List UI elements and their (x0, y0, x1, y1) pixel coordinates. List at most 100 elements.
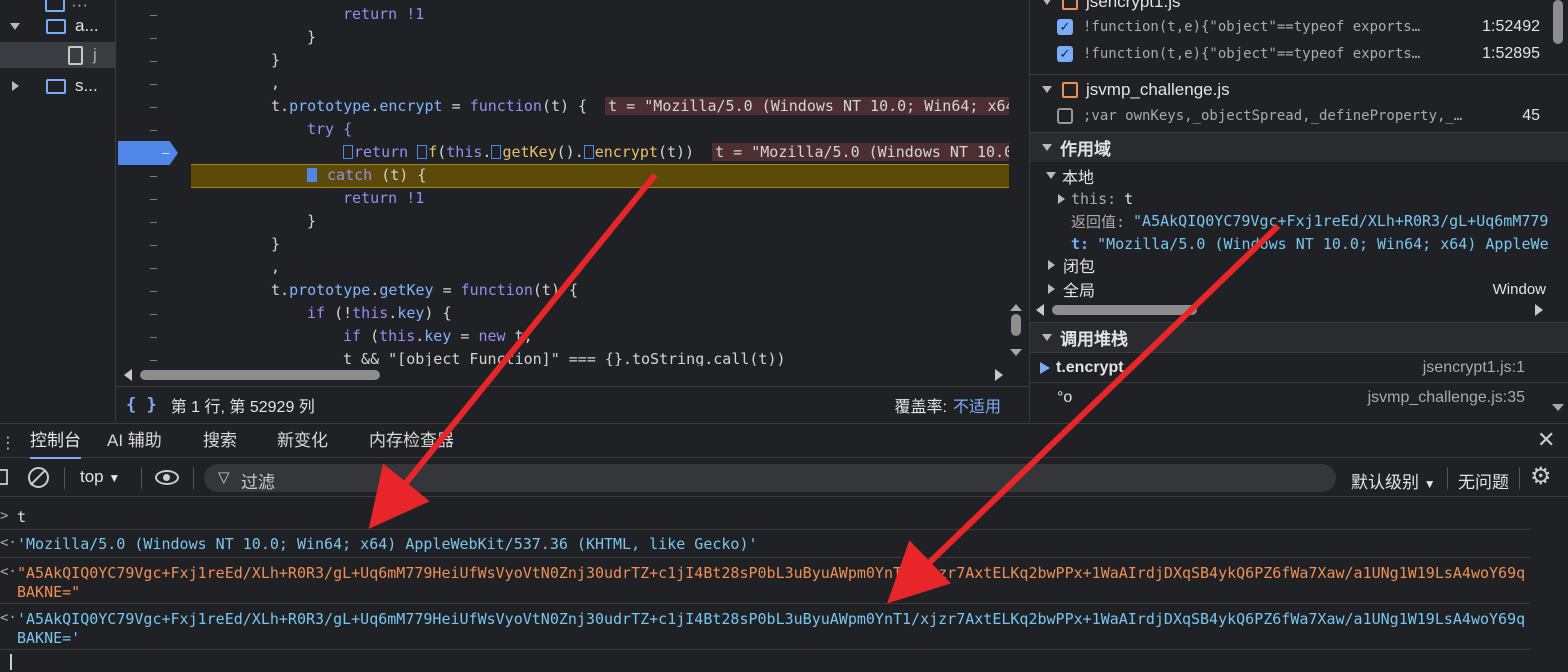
line-marker[interactable]: – (116, 233, 191, 256)
tree-item-file[interactable]: j (0, 42, 115, 68)
issues-button[interactable]: 无问题 (1458, 468, 1509, 493)
tab-changes[interactable]: 新变化 (277, 424, 328, 459)
sidebar-toggle-icon[interactable] (0, 469, 8, 485)
code-line: if (!this.key) { (307, 304, 452, 322)
line-marker[interactable]: – (116, 279, 191, 302)
scroll-right-icon[interactable] (995, 369, 1003, 381)
tree-item-folder-a[interactable]: a... (0, 13, 115, 39)
scroll-right-icon[interactable] (1535, 304, 1543, 316)
chevron-right-icon (1058, 194, 1065, 204)
horizontal-scroll-thumb[interactable] (140, 370, 380, 380)
call-frame-location[interactable]: jsencrypt1.js:1 (1423, 359, 1525, 377)
inline-value: t = "Mozilla/5.0 (Windows NT 10.0; Win64… (605, 97, 1009, 115)
line-marker[interactable]: – (116, 164, 191, 187)
line-marker[interactable]: – (116, 256, 191, 279)
drawer-menu-icon[interactable]: ⋮ (0, 433, 16, 453)
console-caret[interactable] (10, 654, 12, 670)
toolbar-divider (141, 467, 142, 489)
breakpoint-item[interactable]: ✓ !function(t,e){"object"==typeof export… (1030, 13, 1568, 40)
scroll-up-icon[interactable] (1010, 304, 1022, 311)
breakpoint-location: 1:52895 (1482, 44, 1540, 62)
console-entry-output[interactable]: <· 'Mozilla/5.0 (Windows NT 10.0; Win64;… (0, 530, 1530, 558)
call-frame[interactable]: °o jsvmp_challenge.js:35 (1030, 382, 1568, 412)
call-stack-section-header[interactable]: 调用堆栈 (1030, 322, 1568, 352)
code-line: } (307, 28, 317, 46)
call-frame-location[interactable]: jsvmp_challenge.js:35 (1368, 389, 1525, 407)
drawer-tabbar: ⋮ 控制台 AI 辅助 搜索 新变化 内存检查器 ✕ (0, 423, 1568, 459)
scope-var-return[interactable]: 返回值: "A5AkQIQ0YC79Vgc+Fxj1reEd/XLh+R0R3/… (1030, 209, 1568, 233)
tab-search[interactable]: 搜索 (203, 424, 237, 459)
scope-closure[interactable]: 闭包 (1030, 253, 1568, 277)
scope-var-value: t (1124, 190, 1134, 208)
code-editor[interactable]: return !1 } } , t.prototype.encrypt = fu… (191, 0, 1009, 366)
gear-icon[interactable]: ⚙ (1530, 462, 1552, 491)
log-level-selector[interactable]: 默认级别 ▼ (1351, 468, 1436, 493)
scroll-left-icon[interactable] (124, 369, 132, 381)
line-gutter[interactable]: – – – – – – – – – – – – – – – (116, 0, 191, 367)
line-marker[interactable]: – (116, 95, 191, 118)
breakpoint-marker[interactable]: – (118, 141, 178, 165)
scroll-down-icon[interactable] (1552, 404, 1564, 411)
code-line: t.prototype.encrypt = function(t) { t = … (271, 95, 1009, 118)
log-level-label: 默认级别 (1351, 473, 1419, 492)
code-line: return !1 (343, 189, 425, 207)
filter-input[interactable]: ▽ 过滤 (204, 464, 1336, 492)
tab-memory-inspector[interactable]: 内存检查器 (369, 424, 454, 459)
toolbar-divider (64, 467, 65, 489)
console-entry-output[interactable]: <· "A5AkQIQ0YC79Vgc+Fxj1reEd/XLh+R0R3/gL… (0, 558, 1530, 604)
console-prompt-icon: > (0, 508, 9, 524)
filter-funnel-icon: ▽ (218, 469, 230, 486)
scope-section-header[interactable]: 作用域 (1030, 132, 1568, 162)
tab-console[interactable]: 控制台 (30, 424, 81, 459)
line-marker[interactable]: – (116, 3, 191, 26)
scope-global-label: 全局 (1063, 283, 1096, 300)
console-output[interactable]: > t <· 'Mozilla/5.0 (Windows NT 10.0; Wi… (0, 498, 1568, 672)
context-selector[interactable]: top ▼ (80, 467, 120, 487)
scope-local-header[interactable]: 本地 (1030, 162, 1568, 189)
line-marker[interactable]: – (116, 49, 191, 72)
console-entry-output[interactable]: <· 'A5AkQIQ0YC79Vgc+Fxj1reEd/XLh+R0R3/gL… (0, 604, 1530, 650)
scope-global-value: Window (1492, 280, 1546, 298)
coverage-value[interactable]: 不适用 (953, 393, 1001, 417)
code-line: if (this.key = new t, (343, 327, 533, 345)
line-marker[interactable]: – (116, 325, 191, 348)
line-marker[interactable]: – (116, 302, 191, 325)
console-output-text: 'Mozilla/5.0 (Windows NT 10.0; Win64; x6… (17, 535, 758, 553)
console-entry-input: > t (0, 504, 1530, 530)
breakpoint-item[interactable]: ;var ownKeys,_objectSpread,_defineProper… (1030, 102, 1568, 129)
line-marker[interactable]: – (116, 118, 191, 141)
line-marker[interactable]: – (116, 72, 191, 95)
context-label: top (80, 467, 104, 486)
scroll-left-icon[interactable] (1036, 304, 1044, 316)
scope-horizontal-scroll-thumb[interactable] (1052, 305, 1197, 315)
scope-global[interactable]: 全局 Window (1030, 277, 1568, 301)
tree-item-folder-s[interactable]: s... (0, 73, 115, 99)
close-drawer-icon[interactable]: ✕ (1537, 427, 1555, 453)
pretty-print-icon[interactable]: { } (126, 395, 157, 415)
code-line: , (271, 258, 281, 276)
breakpoint-location: 1:52492 (1482, 17, 1540, 35)
scroll-down-icon[interactable] (1010, 349, 1022, 356)
breakpoint-checkbox[interactable]: ✓ (1057, 18, 1073, 35)
breakpoint-location: 45 (1522, 106, 1540, 124)
editor-vertical-scrollbar[interactable] (1011, 314, 1021, 336)
breakpoint-checkbox[interactable]: ✓ (1057, 45, 1073, 62)
clear-console-icon[interactable] (28, 467, 49, 488)
breakpoint-item[interactable]: ✓ !function(t,e){"object"==typeof export… (1030, 40, 1568, 67)
code-line: return !1 (343, 5, 425, 23)
scope-var-this[interactable]: this: t (1030, 187, 1568, 211)
line-marker[interactable]: – (116, 187, 191, 210)
tab-ai-assist[interactable]: AI 辅助 (107, 424, 162, 459)
chevron-down-icon (1046, 172, 1056, 179)
breakpoint-checkbox[interactable] (1057, 107, 1073, 124)
sidebar-vertical-scrollbar[interactable] (1553, 0, 1563, 44)
eye-icon[interactable] (155, 470, 179, 485)
toolbar-divider (193, 467, 194, 489)
breakpoint-file-header[interactable]: jsvmp_challenge.js (1030, 74, 1568, 104)
chevron-down-icon (1042, 0, 1052, 5)
call-stack-title: 调用堆栈 (1060, 330, 1128, 349)
line-marker[interactable]: – (116, 26, 191, 49)
line-marker[interactable]: – (116, 210, 191, 233)
call-frame-active[interactable]: t.encrypt jsencrypt1.js:1 (1030, 352, 1568, 382)
file-tree: ··· a... j s... (0, 0, 116, 422)
